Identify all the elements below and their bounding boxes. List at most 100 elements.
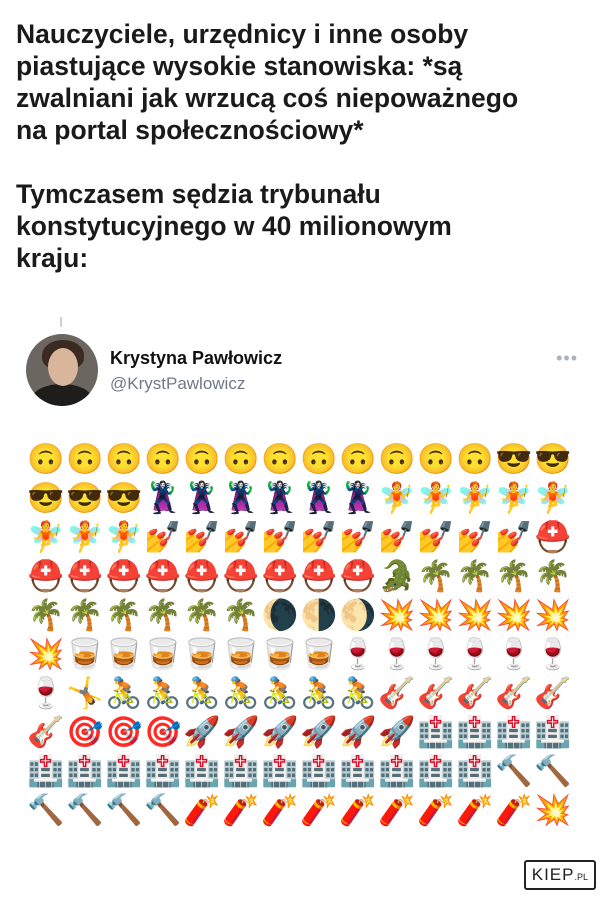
emoji-5-7: 🥃 — [300, 638, 338, 671]
emoji-2-6: 💅 — [261, 521, 299, 554]
emoji-1-9: 🧚 — [378, 482, 416, 515]
emoji-7-2: 🎯 — [105, 716, 143, 749]
emoji-3-8: ⛑️ — [339, 560, 377, 593]
emoji-7-13: 🏥 — [534, 716, 572, 749]
emoji-8-0: 🏥 — [27, 755, 65, 788]
more-options-icon[interactable]: ••• — [556, 348, 578, 369]
emoji-7-9: 🚀 — [378, 716, 416, 749]
emoji-3-5: ⛑️ — [222, 560, 260, 593]
emoji-7-0: 🎸 — [27, 716, 65, 749]
emoji-4-12: 💥 — [495, 599, 533, 632]
emoji-9-8: 🧨 — [339, 794, 377, 827]
emoji-1-3: 🦹‍♀️ — [144, 482, 182, 515]
emoji-5-6: 🥃 — [261, 638, 299, 671]
emoji-6-0: 🍷 — [27, 677, 65, 710]
emoji-4-2: 🌴 — [105, 599, 143, 632]
emoji-2-0: 🧚 — [27, 521, 65, 554]
author-handle[interactable]: @KrystPawlowicz — [110, 374, 245, 394]
emoji-0-6: 🙃 — [261, 443, 299, 476]
emoji-2-9: 💅 — [378, 521, 416, 554]
emoji-3-13: 🌴 — [534, 560, 572, 593]
emoji-2-2: 🧚 — [105, 521, 143, 554]
avatar[interactable] — [26, 334, 98, 406]
emoji-6-9: 🎸 — [378, 677, 416, 710]
emoji-9-12: 🧨 — [495, 794, 533, 827]
emoji-2-5: 💅 — [222, 521, 260, 554]
emoji-4-9: 💥 — [378, 599, 416, 632]
emoji-8-8: 🏥 — [339, 755, 377, 788]
emoji-0-10: 🙃 — [417, 443, 455, 476]
emoji-8-5: 🏥 — [222, 755, 260, 788]
emoji-5-5: 🥃 — [222, 638, 260, 671]
emoji-2-4: 💅 — [183, 521, 221, 554]
emoji-1-13: 🧚 — [534, 482, 572, 515]
emoji-4-3: 🌴 — [144, 599, 182, 632]
emoji-5-2: 🥃 — [105, 638, 143, 671]
emoji-7-10: 🏥 — [417, 716, 455, 749]
emoji-7-6: 🚀 — [261, 716, 299, 749]
emoji-1-2: 😎 — [105, 482, 143, 515]
emoji-6-6: 🚴 — [261, 677, 299, 710]
emoji-1-12: 🧚 — [495, 482, 533, 515]
author-name[interactable]: Krystyna Pawłowicz — [110, 348, 282, 369]
emoji-4-1: 🌴 — [66, 599, 104, 632]
emoji-8-2: 🏥 — [105, 755, 143, 788]
emoji-9-5: 🧨 — [222, 794, 260, 827]
emoji-3-11: 🌴 — [456, 560, 494, 593]
emoji-6-7: 🚴 — [300, 677, 338, 710]
emoji-5-8: 🍷 — [339, 638, 377, 671]
emoji-8-9: 🏥 — [378, 755, 416, 788]
emoji-2-3: 💅 — [144, 521, 182, 554]
emoji-1-0: 😎 — [27, 482, 65, 515]
emoji-6-10: 🎸 — [417, 677, 455, 710]
emoji-0-4: 🙃 — [183, 443, 221, 476]
emoji-5-9: 🍷 — [378, 638, 416, 671]
emoji-3-4: ⛑️ — [183, 560, 221, 593]
emoji-3-0: ⛑️ — [27, 560, 65, 593]
emoji-0-11: 🙃 — [456, 443, 494, 476]
emoji-4-11: 💥 — [456, 599, 494, 632]
emoji-3-12: 🌴 — [495, 560, 533, 593]
emoji-3-6: ⛑️ — [261, 560, 299, 593]
emoji-8-1: 🏥 — [66, 755, 104, 788]
emoji-0-5: 🙃 — [222, 443, 260, 476]
emoji-7-5: 🚀 — [222, 716, 260, 749]
emoji-2-10: 💅 — [417, 521, 455, 554]
emoji-1-11: 🧚 — [456, 482, 494, 515]
emoji-3-2: ⛑️ — [105, 560, 143, 593]
emoji-9-1: 🔨 — [66, 794, 104, 827]
emoji-7-11: 🏥 — [456, 716, 494, 749]
divider-tick — [60, 317, 62, 327]
emoji-2-1: 🧚 — [66, 521, 104, 554]
emoji-2-7: 💅 — [300, 521, 338, 554]
emoji-7-8: 🚀 — [339, 716, 377, 749]
emoji-5-10: 🍷 — [417, 638, 455, 671]
emoji-5-13: 🍷 — [534, 638, 572, 671]
emoji-7-4: 🚀 — [183, 716, 221, 749]
emoji-0-1: 🙃 — [66, 443, 104, 476]
emoji-1-7: 🦹‍♀️ — [300, 482, 338, 515]
emoji-4-4: 🌴 — [183, 599, 221, 632]
emoji-9-7: 🧨 — [300, 794, 338, 827]
emoji-0-13: 😎 — [534, 443, 572, 476]
emoji-1-10: 🧚 — [417, 482, 455, 515]
emoji-9-10: 🧨 — [417, 794, 455, 827]
emoji-4-6: 🌘 — [261, 599, 299, 632]
emoji-1-5: 🦹‍♀️ — [222, 482, 260, 515]
emoji-5-11: 🍷 — [456, 638, 494, 671]
emoji-6-1: 🤸 — [66, 677, 104, 710]
emoji-8-6: 🏥 — [261, 755, 299, 788]
site-watermark: KIEP.PL — [523, 860, 596, 890]
emoji-0-7: 🙃 — [300, 443, 338, 476]
emoji-0-0: 🙃 — [27, 443, 65, 476]
emoji-6-2: 🚴 — [105, 677, 143, 710]
emoji-9-13: 💥 — [534, 794, 572, 827]
emoji-6-5: 🚴 — [222, 677, 260, 710]
emoji-9-3: 🔨 — [144, 794, 182, 827]
emoji-3-3: ⛑️ — [144, 560, 182, 593]
emoji-3-9: 🐊 — [378, 560, 416, 593]
caption: Nauczyciele, urzędnicy i inne osoby pias… — [16, 18, 596, 274]
emoji-7-7: 🚀 — [300, 716, 338, 749]
emoji-0-8: 🙃 — [339, 443, 377, 476]
emoji-0-3: 🙃 — [144, 443, 182, 476]
